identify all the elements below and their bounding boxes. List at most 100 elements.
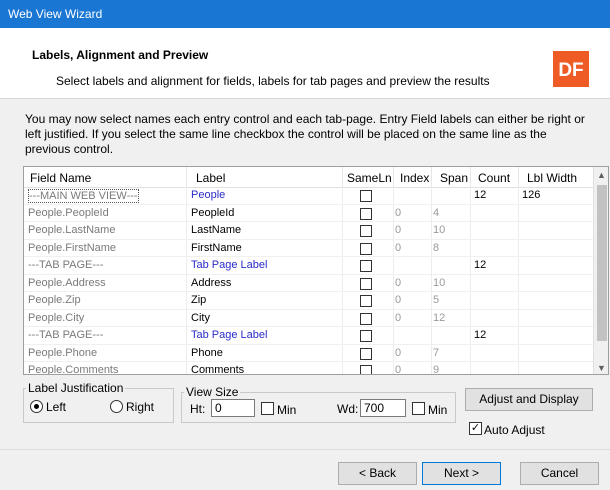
field-name-cell[interactable]: People.PeopleId (28, 207, 109, 219)
field-name-cell[interactable]: People.LastName (28, 224, 115, 236)
same-line-checkbox[interactable] (360, 225, 372, 237)
width-min-label[interactable]: Min (428, 403, 447, 417)
index-cell[interactable]: 0 (395, 207, 401, 219)
table-row[interactable]: People.FirstName FirstName 0 8 (24, 239, 594, 257)
same-line-checkbox[interactable] (360, 207, 372, 220)
right-radio-label[interactable]: Right (126, 400, 154, 414)
span-cell[interactable]: 4 (433, 207, 439, 219)
same-line-checkbox[interactable] (360, 242, 372, 255)
auto-adjust-checkbox[interactable]: ✓ (469, 422, 482, 435)
table-row[interactable]: People.Phone Phone 0 7 (24, 344, 594, 362)
df-logo: DF (553, 51, 589, 87)
same-line-checkbox[interactable] (360, 365, 372, 374)
label-width-cell[interactable]: 126 (522, 189, 540, 201)
col-header-index[interactable]: Index (400, 171, 429, 185)
col-header-label[interactable]: Label (196, 171, 225, 185)
index-cell[interactable]: 0 (395, 312, 401, 324)
label-cell[interactable]: Zip (191, 294, 206, 306)
table-row[interactable]: ---TAB PAGE--- Tab Page Label 12 (24, 327, 594, 345)
label-cell[interactable]: Phone (191, 347, 223, 359)
span-cell[interactable]: 7 (433, 347, 439, 359)
table-row[interactable]: ---TAB PAGE--- Tab Page Label 12 (24, 257, 594, 275)
count-cell[interactable]: 12 (474, 259, 486, 271)
scroll-down-icon[interactable]: ▼ (597, 363, 606, 373)
page-subtitle: Select labels and alignment for fields, … (56, 74, 490, 88)
span-cell[interactable]: 10 (433, 277, 445, 289)
cancel-button[interactable]: Cancel (520, 462, 599, 485)
label-cell[interactable]: Address (191, 277, 231, 289)
label-justification-legend: Label Justification (28, 381, 124, 395)
height-label: Ht: (190, 402, 206, 416)
label-cell[interactable]: PeopleId (191, 207, 234, 219)
index-cell[interactable]: 0 (395, 224, 401, 236)
auto-adjust-label[interactable]: Auto Adjust (484, 423, 545, 437)
adjust-and-display-button[interactable]: Adjust and Display (465, 388, 593, 411)
table-row[interactable]: People.Zip Zip 0 5 (24, 292, 594, 310)
same-line-checkbox[interactable] (360, 295, 372, 307)
span-cell[interactable]: 10 (433, 224, 445, 236)
table-row[interactable]: People.Address Address 0 10 (24, 274, 594, 292)
scroll-up-icon[interactable]: ▲ (597, 170, 606, 180)
grid-header: Field Name Label SameLn Index Span Count… (24, 167, 608, 188)
label-cell[interactable]: Comments (191, 364, 244, 374)
right-radio[interactable] (110, 400, 123, 413)
height-min-label[interactable]: Min (277, 403, 296, 417)
count-cell[interactable]: 12 (474, 329, 486, 341)
index-cell[interactable]: 0 (395, 364, 401, 374)
height-min-checkbox[interactable] (261, 402, 274, 415)
field-name-cell[interactable]: ---MAIN WEB VIEW--- (28, 189, 139, 203)
field-name-cell[interactable]: People.Comments (28, 364, 119, 374)
col-header-span[interactable]: Span (440, 171, 468, 185)
same-line-checkbox[interactable] (360, 330, 372, 342)
table-row[interactable]: ---MAIN WEB VIEW--- People 12 126 (24, 187, 594, 205)
field-name-cell[interactable]: ---TAB PAGE--- (28, 329, 103, 341)
field-name-cell[interactable]: People.Phone (28, 347, 97, 359)
label-cell[interactable]: City (191, 312, 210, 324)
col-header-lbl-width[interactable]: Lbl Width (527, 171, 577, 185)
field-name-cell[interactable]: People.Address (28, 277, 106, 289)
table-row[interactable]: People.LastName LastName 0 10 (24, 222, 594, 240)
back-button[interactable]: < Back (338, 462, 417, 485)
span-cell[interactable]: 8 (433, 242, 439, 254)
same-line-checkbox[interactable] (360, 312, 372, 325)
scroll-thumb[interactable] (597, 185, 607, 341)
field-name-cell[interactable]: People.FirstName (28, 242, 116, 254)
index-cell[interactable]: 0 (395, 277, 401, 289)
span-cell[interactable]: 9 (433, 364, 439, 374)
table-row[interactable]: People.Comments Comments 0 9 (24, 362, 594, 374)
label-cell[interactable]: LastName (191, 224, 241, 236)
same-line-checkbox[interactable] (360, 190, 372, 202)
col-header-sameln[interactable]: SameLn (347, 171, 392, 185)
index-cell[interactable]: 0 (395, 347, 401, 359)
next-button[interactable]: Next > (422, 462, 501, 485)
field-name-cell[interactable]: ---TAB PAGE--- (28, 259, 103, 271)
left-radio-label[interactable]: Left (46, 400, 66, 414)
height-input[interactable]: 0 (211, 399, 255, 417)
left-radio[interactable] (30, 400, 43, 413)
field-grid[interactable]: Field Name Label SameLn Index Span Count… (23, 166, 609, 375)
span-cell[interactable]: 5 (433, 294, 439, 306)
grid-vertical-scrollbar[interactable]: ▲ ▼ (593, 167, 608, 374)
span-cell[interactable]: 12 (433, 312, 445, 324)
col-header-field-name[interactable]: Field Name (30, 171, 91, 185)
window-title: Web View Wizard (8, 7, 103, 21)
footer-divider (0, 449, 610, 450)
label-cell[interactable]: FirstName (191, 242, 242, 254)
page-title: Labels, Alignment and Preview (32, 48, 209, 62)
index-cell[interactable]: 0 (395, 294, 401, 306)
field-name-cell[interactable]: People.City (28, 312, 84, 324)
label-cell[interactable]: Tab Page Label (191, 259, 267, 271)
field-name-cell[interactable]: People.Zip (28, 294, 81, 306)
table-row[interactable]: People.City City 0 12 (24, 309, 594, 327)
label-cell[interactable]: People (191, 189, 225, 201)
same-line-checkbox[interactable] (360, 277, 372, 290)
same-line-checkbox[interactable] (360, 347, 372, 360)
count-cell[interactable]: 12 (474, 189, 486, 201)
width-min-checkbox[interactable] (412, 402, 425, 415)
col-header-count[interactable]: Count (478, 171, 510, 185)
width-input[interactable]: 700 (360, 399, 406, 417)
same-line-checkbox[interactable] (360, 260, 372, 272)
label-cell[interactable]: Tab Page Label (191, 329, 267, 341)
table-row[interactable]: People.PeopleId PeopleId 0 4 (24, 204, 594, 222)
index-cell[interactable]: 0 (395, 242, 401, 254)
